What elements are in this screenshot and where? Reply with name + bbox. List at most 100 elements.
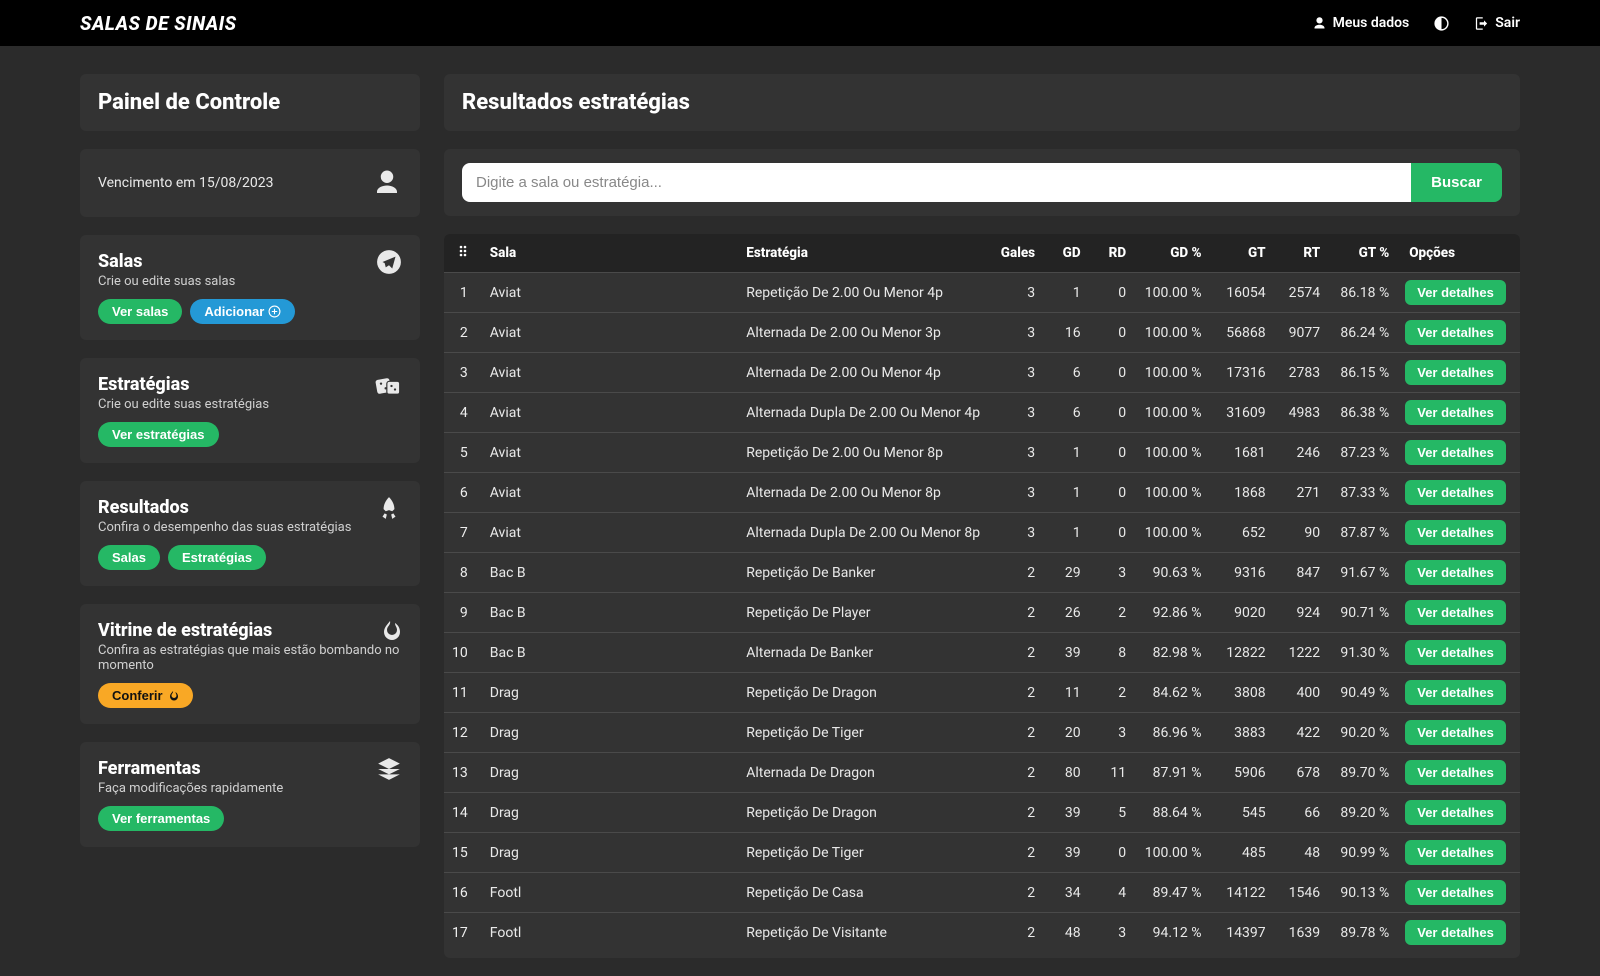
cell-gales: 2 <box>988 673 1043 713</box>
search-button[interactable]: Buscar <box>1411 163 1502 202</box>
ver-detalhes-button[interactable]: Ver detalhes <box>1405 560 1506 585</box>
cell-gt: 3808 <box>1210 673 1274 713</box>
ver-detalhes-button[interactable]: Ver detalhes <box>1405 760 1506 785</box>
ver-detalhes-button[interactable]: Ver detalhes <box>1405 520 1506 545</box>
cell-gt: 12822 <box>1210 633 1274 673</box>
ver-detalhes-button[interactable]: Ver detalhes <box>1405 280 1506 305</box>
table-row: 2AviatAlternada De 2.00 Ou Menor 3p31601… <box>444 313 1520 353</box>
cell-sala: Drag <box>482 753 739 793</box>
cell-gt: 14122 <box>1210 873 1274 913</box>
ver-detalhes-button[interactable]: Ver detalhes <box>1405 320 1506 345</box>
resultados-estrategias-button[interactable]: Estratégias <box>168 545 266 570</box>
ver-detalhes-button[interactable]: Ver detalhes <box>1405 600 1506 625</box>
ver-detalhes-button[interactable]: Ver detalhes <box>1405 920 1506 945</box>
cell-rt: 66 <box>1274 793 1329 833</box>
th-gtp[interactable]: GT % <box>1328 234 1397 273</box>
cell-opcoes: Ver detalhes <box>1397 473 1520 513</box>
table-row: 10Bac BAlternada De Banker239882.98 %128… <box>444 633 1520 673</box>
ferramentas-subtitle: Faça modificações rapidamente <box>98 781 402 796</box>
ver-detalhes-button[interactable]: Ver detalhes <box>1405 360 1506 385</box>
search-input[interactable] <box>462 163 1411 202</box>
cell-opcoes: Ver detalhes <box>1397 313 1520 353</box>
table-row: 8Bac BRepetição De Banker229390.63 %9316… <box>444 553 1520 593</box>
top-right-nav: Meus dados Sair <box>1312 15 1520 32</box>
th-sala[interactable]: Sala <box>482 234 739 273</box>
cell-sala: Aviat <box>482 513 739 553</box>
ver-estrategias-button[interactable]: Ver estratégias <box>98 422 219 447</box>
th-gdp[interactable]: GD % <box>1134 234 1209 273</box>
cell-gdp: 100.00 % <box>1134 273 1209 313</box>
cell-opcoes: Ver detalhes <box>1397 273 1520 313</box>
cell-gd: 48 <box>1043 913 1089 953</box>
th-opcoes: Opções <box>1397 234 1520 273</box>
cell-gdp: 86.96 % <box>1134 713 1209 753</box>
cell-rd: 0 <box>1089 273 1134 313</box>
cell-rd: 4 <box>1089 873 1134 913</box>
row-index: 1 <box>444 273 482 313</box>
table-row: 11DragRepetição De Dragon211284.62 %3808… <box>444 673 1520 713</box>
theme-toggle[interactable] <box>1433 15 1450 32</box>
th-estrategia[interactable]: Estratégia <box>738 234 988 273</box>
ver-detalhes-button[interactable]: Ver detalhes <box>1405 440 1506 465</box>
ver-detalhes-button[interactable]: Ver detalhes <box>1405 680 1506 705</box>
th-gt[interactable]: GT <box>1210 234 1274 273</box>
cell-rd: 11 <box>1089 753 1134 793</box>
panel-title: Painel de Controle <box>98 90 402 115</box>
cell-sala: Aviat <box>482 393 739 433</box>
table-row: 16FootlRepetição De Casa234489.47 %14122… <box>444 873 1520 913</box>
main-title-card: Resultados estratégias <box>444 74 1520 131</box>
cell-gd: 80 <box>1043 753 1089 793</box>
cell-gd: 39 <box>1043 633 1089 673</box>
cell-gdp: 90.63 % <box>1134 553 1209 593</box>
adicionar-sala-button[interactable]: Adicionar <box>190 299 295 324</box>
logout-label: Sair <box>1495 15 1520 31</box>
table-row: 1AviatRepetição De 2.00 Ou Menor 4p31010… <box>444 273 1520 313</box>
cell-sala: Footl <box>482 913 739 953</box>
ver-detalhes-button[interactable]: Ver detalhes <box>1405 880 1506 905</box>
reorder-column[interactable] <box>444 234 482 273</box>
cell-gtp: 87.23 % <box>1328 433 1397 473</box>
table-row: 12DragRepetição De Tiger220386.96 %38834… <box>444 713 1520 753</box>
cell-estrategia: Repetição De Tiger <box>738 833 988 873</box>
cell-rd: 2 <box>1089 673 1134 713</box>
logout-link[interactable]: Sair <box>1474 15 1520 31</box>
ver-detalhes-button[interactable]: Ver detalhes <box>1405 400 1506 425</box>
cell-gdp: 100.00 % <box>1134 353 1209 393</box>
panel-title-card: Painel de Controle <box>80 74 420 131</box>
resultados-salas-button[interactable]: Salas <box>98 545 160 570</box>
table-header-row: Sala Estratégia Gales GD RD GD % GT RT G… <box>444 234 1520 273</box>
cell-gt: 652 <box>1210 513 1274 553</box>
th-rd[interactable]: RD <box>1089 234 1134 273</box>
rocket-icon <box>376 495 402 525</box>
cell-rt: 1639 <box>1274 913 1329 953</box>
estrategias-title: Estratégias <box>98 374 402 395</box>
cell-opcoes: Ver detalhes <box>1397 553 1520 593</box>
th-gd[interactable]: GD <box>1043 234 1089 273</box>
expiry-text: Vencimento em 15/08/2023 <box>98 175 274 191</box>
table-row: 4AviatAlternada Dupla De 2.00 Ou Menor 4… <box>444 393 1520 433</box>
table-row: 3AviatAlternada De 2.00 Ou Menor 4p36010… <box>444 353 1520 393</box>
cell-opcoes: Ver detalhes <box>1397 673 1520 713</box>
table-row: 15DragRepetição De Tiger2390100.00 %4854… <box>444 833 1520 873</box>
ver-detalhes-button[interactable]: Ver detalhes <box>1405 640 1506 665</box>
ver-detalhes-button[interactable]: Ver detalhes <box>1405 480 1506 505</box>
cell-gales: 2 <box>988 833 1043 873</box>
ver-salas-button[interactable]: Ver salas <box>98 299 182 324</box>
results-table: Sala Estratégia Gales GD RD GD % GT RT G… <box>444 234 1520 952</box>
ver-detalhes-button[interactable]: Ver detalhes <box>1405 720 1506 745</box>
cell-gales: 3 <box>988 313 1043 353</box>
conferir-button[interactable]: Conferir <box>98 683 193 708</box>
cell-estrategia: Alternada De 2.00 Ou Menor 4p <box>738 353 988 393</box>
th-rt[interactable]: RT <box>1274 234 1329 273</box>
th-gales[interactable]: Gales <box>988 234 1043 273</box>
resultados-subtitle: Confira o desempenho das suas estratégia… <box>98 520 402 535</box>
my-data-link[interactable]: Meus dados <box>1312 15 1410 31</box>
ver-detalhes-button[interactable]: Ver detalhes <box>1405 840 1506 865</box>
cell-estrategia: Alternada De Dragon <box>738 753 988 793</box>
cell-sala: Bac B <box>482 633 739 673</box>
ver-detalhes-button[interactable]: Ver detalhes <box>1405 800 1506 825</box>
cell-opcoes: Ver detalhes <box>1397 513 1520 553</box>
cell-rd: 0 <box>1089 353 1134 393</box>
ver-ferramentas-button[interactable]: Ver ferramentas <box>98 806 224 831</box>
cell-opcoes: Ver detalhes <box>1397 873 1520 913</box>
